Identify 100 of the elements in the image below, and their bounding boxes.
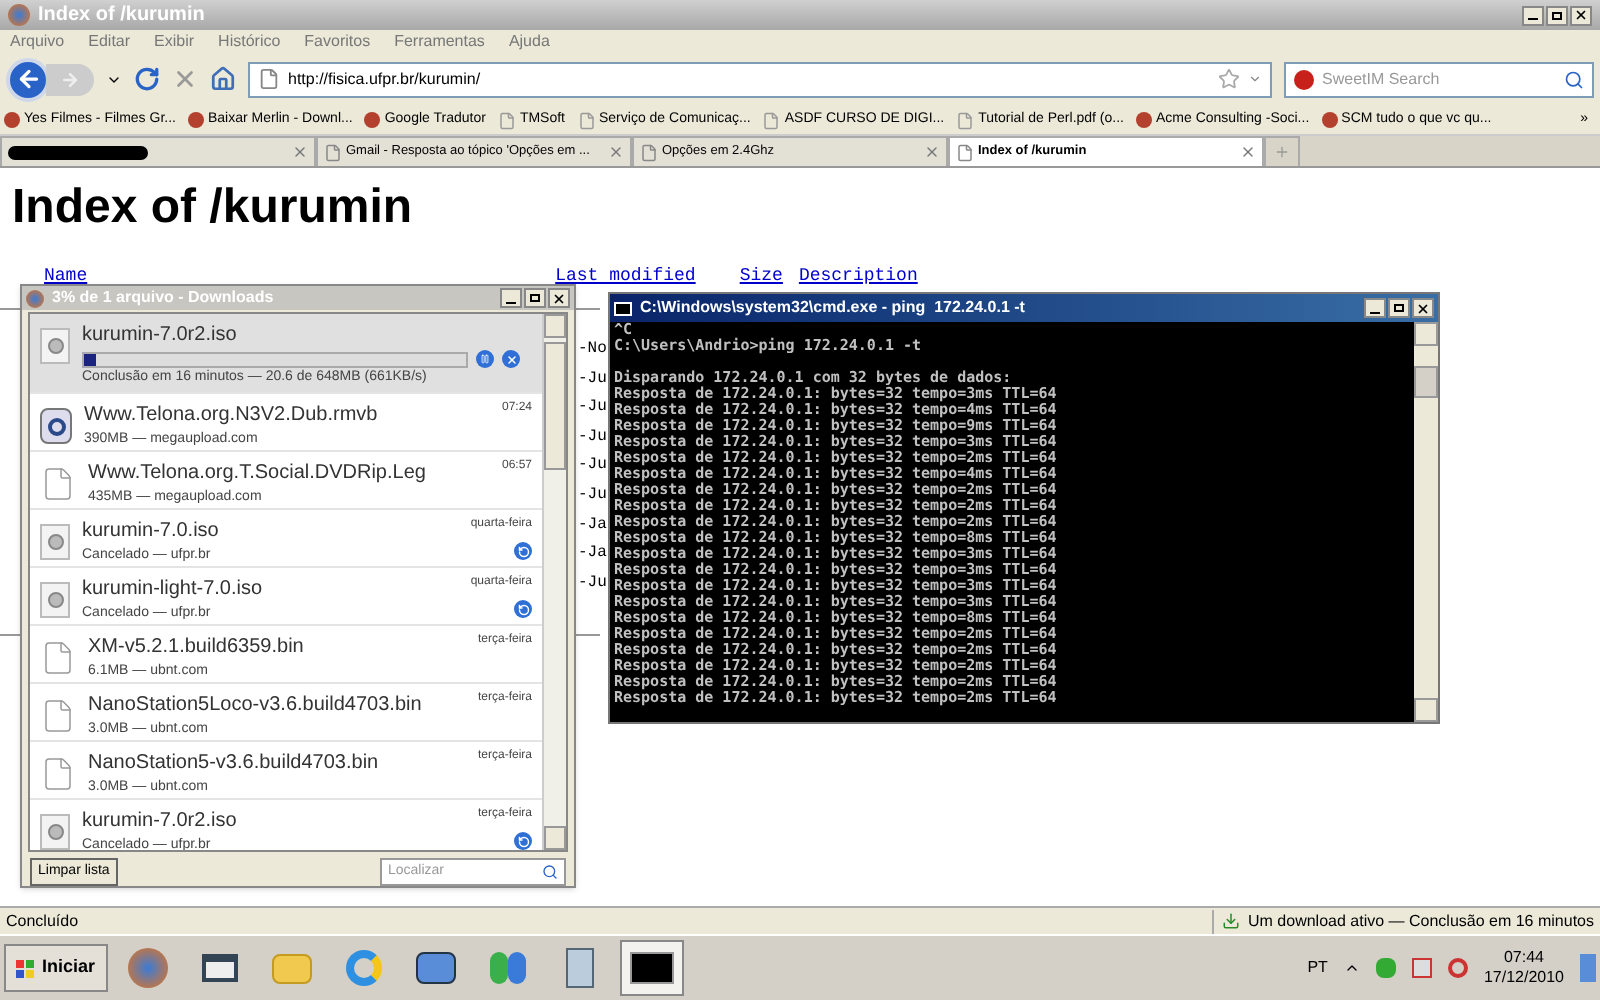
search-icon[interactable] (1564, 69, 1584, 89)
redaction-bar (8, 145, 148, 159)
close-icon (552, 291, 566, 305)
menu-item[interactable]: Favoritos (304, 29, 371, 53)
file-name: XM-v5.2.1.build6359.bin (88, 634, 306, 662)
file-name: kurumin-7.0r2.iso (82, 808, 239, 836)
page-icon (956, 111, 975, 129)
date-fragment: -No (578, 340, 607, 360)
cancel-button[interactable] (502, 350, 520, 368)
menu-item[interactable]: Exibir (154, 29, 195, 53)
close-button[interactable] (1570, 5, 1592, 25)
maximize-button[interactable] (1388, 298, 1410, 318)
browser-tab[interactable] (0, 136, 316, 166)
people-icon[interactable] (489, 952, 526, 984)
page-icon (640, 143, 658, 161)
bookmark-star-icon[interactable] (1218, 68, 1240, 90)
media-file-icon (40, 408, 72, 444)
file-name: Www.Telona.org.T.Social.DVDRip.Leg (88, 460, 428, 488)
site-icon (364, 112, 381, 128)
close-tab-icon[interactable] (608, 144, 624, 160)
cancel-icon (505, 353, 517, 365)
column-header-link[interactable]: Name (44, 266, 88, 286)
site-icon (4, 112, 20, 128)
date-fragment: -Ju (578, 398, 607, 418)
dropdown-icon[interactable] (1248, 72, 1262, 86)
clock[interactable]: 07:44 17/12/2010 (1483, 948, 1564, 988)
retry-button[interactable] (514, 542, 532, 560)
maximize-button[interactable] (524, 288, 546, 308)
page-icon (497, 111, 516, 129)
minimize-button[interactable] (500, 288, 522, 308)
status-text: Concluído (6, 909, 81, 933)
search-icon[interactable] (542, 864, 558, 880)
menu-item[interactable]: Ajuda (508, 29, 550, 53)
file-icon (40, 756, 76, 792)
retry-icon (517, 545, 529, 557)
disc-file-icon (40, 328, 70, 364)
window-title: C:\Windows\system32\cmd.exe - ping 172.24.0.1 -t (640, 296, 1027, 320)
download-status-text[interactable]: Um download ativo — Conclusão em 16 minutos (1248, 909, 1594, 933)
menu-item[interactable]: Histórico (218, 29, 281, 53)
back-arrow-icon (15, 66, 41, 92)
home-icon[interactable] (210, 66, 236, 92)
console-icon[interactable] (629, 952, 674, 984)
close-icon (1416, 301, 1430, 315)
close-tab-icon[interactable] (1240, 144, 1256, 160)
download-icon[interactable] (1222, 912, 1241, 930)
console-icon (614, 301, 632, 315)
site-icon (1136, 112, 1152, 128)
close-tab-icon[interactable] (292, 144, 308, 160)
disc-file-icon (40, 582, 70, 618)
scrollbar[interactable] (542, 314, 566, 850)
pause-button[interactable] (476, 350, 494, 368)
date-fragment: -Ja (578, 544, 607, 564)
start-button[interactable]: Iniciar (4, 944, 108, 992)
date-fragment: -Ju (578, 369, 607, 389)
retry-icon (517, 603, 529, 615)
file-icon (40, 466, 76, 502)
scrollbar[interactable] (1414, 322, 1438, 722)
minimize-button[interactable] (1522, 5, 1544, 25)
page-icon (577, 111, 595, 129)
language-indicator[interactable]: PT (1307, 956, 1328, 980)
close-tab-icon[interactable] (924, 144, 940, 160)
retry-button[interactable] (514, 600, 532, 618)
site-icon (1321, 112, 1338, 128)
column-header-link[interactable]: Description (798, 266, 918, 286)
page-icon (258, 68, 280, 90)
retry-icon (517, 835, 529, 847)
file-name: kurumin-7.0.iso (82, 518, 221, 546)
windows-logo-icon (16, 959, 34, 977)
pause-icon (480, 354, 490, 364)
minimize-button[interactable] (1364, 298, 1386, 318)
page-icon (324, 143, 342, 161)
file-name: kurumin-7.0r2.iso (82, 322, 239, 350)
reload-icon[interactable] (134, 66, 160, 92)
file-name: Www.Telona.org.N3V2.Dub.rmvb (84, 402, 380, 430)
back-button[interactable] (6, 57, 50, 101)
calculator-icon[interactable] (565, 948, 594, 988)
column-header-link[interactable]: Size (739, 266, 783, 286)
window-title: 3% de 1 arquivo - Downloads (52, 286, 276, 310)
show-hidden-icons-icon[interactable] (1343, 960, 1360, 976)
menu-item[interactable]: Ferramentas (394, 29, 485, 53)
window-icon[interactable] (201, 954, 238, 982)
menu-item[interactable]: Editar (88, 29, 131, 53)
close-button[interactable] (548, 288, 570, 308)
close-button[interactable] (1412, 298, 1434, 318)
file-name: NanoStation5Loco-v3.6.build4703.bin (88, 692, 424, 720)
file-icon (40, 640, 76, 676)
retry-button[interactable] (514, 832, 532, 850)
disc-file-icon (40, 524, 70, 560)
address-field[interactable]: http://fisica.ufpr.br/kurumin/ (248, 61, 1272, 97)
date-fragment: -Ju (578, 485, 607, 506)
file-icon (40, 698, 76, 734)
date-fragment: -Ju (578, 456, 607, 476)
date-fragment: -Ju (578, 573, 607, 593)
column-header-link[interactable]: Last modified (555, 266, 696, 286)
menu-item[interactable]: Arquivo (10, 29, 65, 53)
page-icon (956, 143, 974, 161)
window-title: Index of /kurumin (38, 2, 207, 30)
close-icon (1574, 8, 1588, 22)
site-icon (187, 112, 204, 128)
maximize-button[interactable] (1546, 5, 1568, 25)
